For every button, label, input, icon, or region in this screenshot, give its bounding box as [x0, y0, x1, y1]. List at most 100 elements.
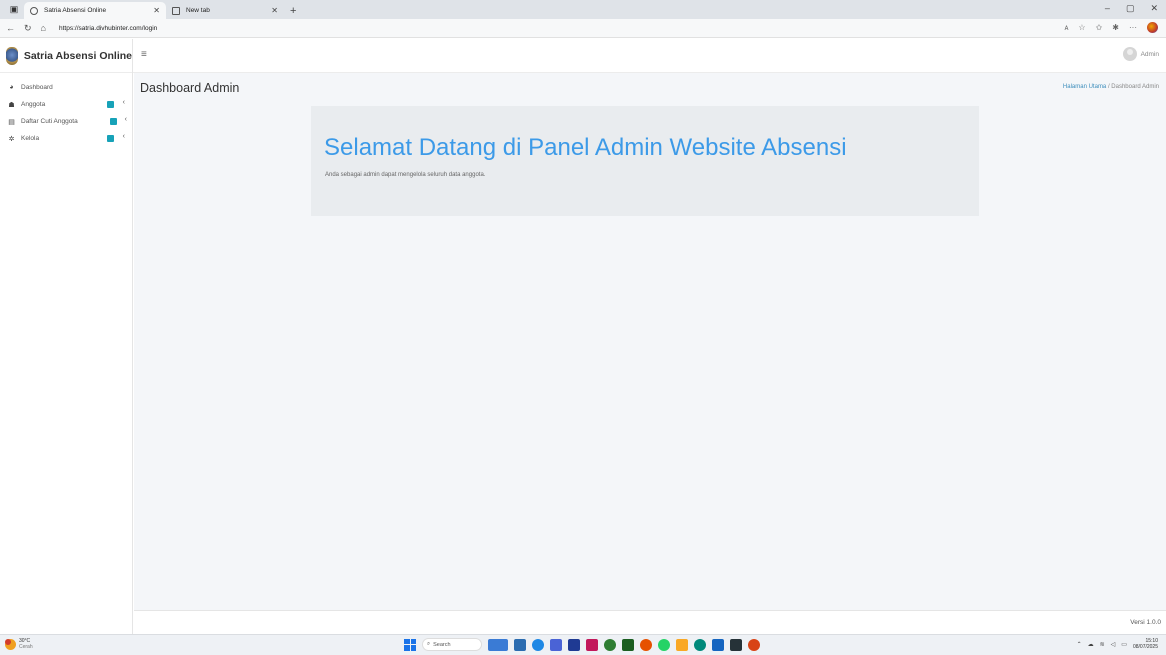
copilot-taskbar-icon[interactable] [694, 638, 706, 651]
sidebar-menu: ◕ Dashboard ☗ Anggota ‹ ▤ Daftar Cuti An… [0, 73, 132, 147]
window-controls: – ▢ ✕ [1105, 3, 1158, 14]
new-tab-page-icon [172, 6, 180, 15]
volume-icon[interactable]: ◁ [1111, 641, 1116, 648]
breadcrumb-separator: / [1107, 84, 1110, 90]
users-icon: ☗ [8, 101, 15, 109]
folder-icon[interactable] [676, 638, 688, 651]
photoshop-icon[interactable] [568, 638, 580, 651]
top-navbar: ≡ Admin [133, 39, 1166, 73]
gear-icon: ✲ [8, 135, 15, 143]
taskbar-apps: ⌕ Search [404, 638, 760, 651]
weather-desc: Cerah [19, 644, 33, 650]
badge-icon [110, 118, 117, 125]
indesign-icon[interactable] [586, 638, 598, 651]
badge-icon [107, 135, 114, 142]
system-tray: ⌃ ☁ ≋ ◁ ▭ 15:10 08/07/2025 [1077, 638, 1158, 650]
restore-button[interactable]: ▢ [1126, 3, 1135, 14]
widgets-icon[interactable] [488, 638, 508, 651]
sidebar-item-label: Dashboard [21, 84, 53, 91]
back-icon[interactable]: ← [6, 23, 15, 33]
tab-satria[interactable]: Satria Absensi Online ✕ [24, 2, 166, 19]
browser-tab-bar: ▣ Satria Absensi Online ✕ New tab ✕ + – … [0, 0, 1166, 19]
terminal-icon[interactable] [730, 638, 742, 651]
browser-toolbar: ᴀ ☆ ✩ ✱ ··· [1064, 22, 1158, 33]
globe-icon [30, 6, 38, 15]
badge-icon [107, 101, 114, 108]
sidebar: Satria Absensi Online ◕ Dashboard ☗ Angg… [0, 39, 133, 634]
content-area: Dashboard Admin Halaman Utama / Dashboar… [134, 73, 1166, 610]
windows-start-icon[interactable] [404, 638, 416, 651]
tab-new-tab[interactable]: New tab ✕ [166, 2, 284, 19]
address-bar: ← ↻ ⌂ https://satria.divhubinter.com/log… [0, 19, 1166, 38]
dashboard-icon: ◕ [9, 84, 14, 91]
sidebar-item-dashboard[interactable]: ◕ Dashboard [0, 79, 132, 96]
version-label: Versi 1.0.0 [1130, 619, 1161, 626]
sidebar-item-kelola[interactable]: ✲ Kelola ‹ [0, 130, 132, 147]
app-icon[interactable] [748, 638, 760, 651]
hamburger-menu-icon[interactable]: ≡ [141, 49, 147, 60]
favorite-star-icon[interactable]: ☆ [1078, 23, 1085, 32]
chevron-up-icon[interactable]: ⌃ [1077, 641, 1082, 648]
search-placeholder: Search [433, 641, 451, 648]
sidebar-item-daftar-cuti[interactable]: ▤ Daftar Cuti Anggota ‹ [0, 113, 132, 130]
close-tab-icon[interactable]: ✕ [271, 6, 278, 15]
excel-icon[interactable] [622, 638, 634, 651]
tab-actions-icon[interactable]: ▣ [4, 0, 24, 19]
extensions-icon[interactable]: ✱ [1112, 23, 1119, 32]
chevron-left-icon: ‹ [124, 116, 127, 123]
logo-icon [6, 46, 18, 65]
sidebar-item-anggota[interactable]: ☗ Anggota ‹ [0, 96, 132, 113]
browser-icon[interactable] [640, 638, 652, 651]
weather-icon [5, 638, 16, 650]
app-window: Satria Absensi Online ◕ Dashboard ☗ Angg… [0, 39, 1166, 634]
edge-icon[interactable] [532, 638, 544, 651]
user-name: Admin [1140, 50, 1159, 58]
taskbar: 30°C Cerah ⌕ Search ⌃ ☁ ≋ ◁ ▭ 15:10 08/0… [0, 634, 1166, 655]
weather-text: 30°C Cerah [19, 638, 33, 650]
tab-title: New tab [186, 7, 210, 14]
favorites-icon[interactable]: ✩ [1096, 23, 1103, 32]
sidebar-item-label: Anggota [21, 101, 46, 108]
minimize-button[interactable]: – [1105, 3, 1110, 14]
breadcrumb: Halaman Utama / Dashboard Admin [1063, 84, 1159, 90]
copilot-icon[interactable] [1147, 22, 1158, 33]
welcome-text: Anda sebagai admin dapat mengelola selur… [325, 172, 486, 178]
calendar-icon: ▤ [8, 118, 15, 126]
footer: Versi 1.0.0 [134, 610, 1166, 634]
file-explorer-icon[interactable] [514, 638, 526, 651]
more-icon[interactable]: ··· [1129, 23, 1137, 32]
clock-date: 08/07/2025 [1132, 644, 1158, 650]
breadcrumb-home-link[interactable]: Halaman Utama [1063, 84, 1106, 90]
breadcrumb-current: Dashboard Admin [1111, 84, 1159, 90]
welcome-heading: Selamat Datang di Panel Admin Website Ab… [324, 134, 847, 161]
sidebar-item-label: Kelola [21, 135, 40, 142]
chevron-left-icon: ‹ [122, 99, 125, 106]
weather-widget[interactable]: 30°C Cerah [5, 638, 33, 650]
new-tab-button[interactable]: + [284, 2, 302, 19]
taskbar-search[interactable]: ⌕ Search [422, 638, 482, 651]
cloud-icon[interactable]: ☁ [1088, 641, 1094, 648]
whatsapp-icon[interactable] [658, 638, 670, 651]
page-title: Dashboard Admin [140, 81, 240, 95]
teams-icon[interactable] [550, 638, 562, 651]
close-tab-icon[interactable]: ✕ [153, 6, 160, 15]
chrome-icon[interactable] [604, 638, 616, 651]
read-aloud-icon[interactable]: ᴀ [1064, 23, 1068, 32]
brand-name: Satria Absensi Online [23, 49, 132, 62]
clock[interactable]: 15:10 08/07/2025 [1133, 638, 1158, 650]
chevron-left-icon: ‹ [122, 133, 125, 140]
avatar [1122, 47, 1137, 61]
outlook-icon[interactable] [712, 638, 724, 651]
brand[interactable]: Satria Absensi Online [0, 39, 132, 73]
close-window-button[interactable]: ✕ [1150, 3, 1158, 14]
search-icon: ⌕ [427, 641, 431, 647]
sidebar-item-label: Daftar Cuti Anggota [21, 118, 78, 125]
tab-title: Satria Absensi Online [44, 7, 107, 14]
lock-icon[interactable]: ⌂ [41, 23, 46, 33]
url-field[interactable]: https://satria.divhubinter.com/login [59, 25, 157, 32]
battery-icon[interactable]: ▭ [1121, 641, 1127, 648]
refresh-icon[interactable]: ↻ [24, 23, 32, 34]
user-menu[interactable]: Admin [1122, 47, 1159, 61]
wifi-icon[interactable]: ≋ [1100, 641, 1105, 648]
welcome-jumbotron: Selamat Datang di Panel Admin Website Ab… [311, 106, 979, 216]
